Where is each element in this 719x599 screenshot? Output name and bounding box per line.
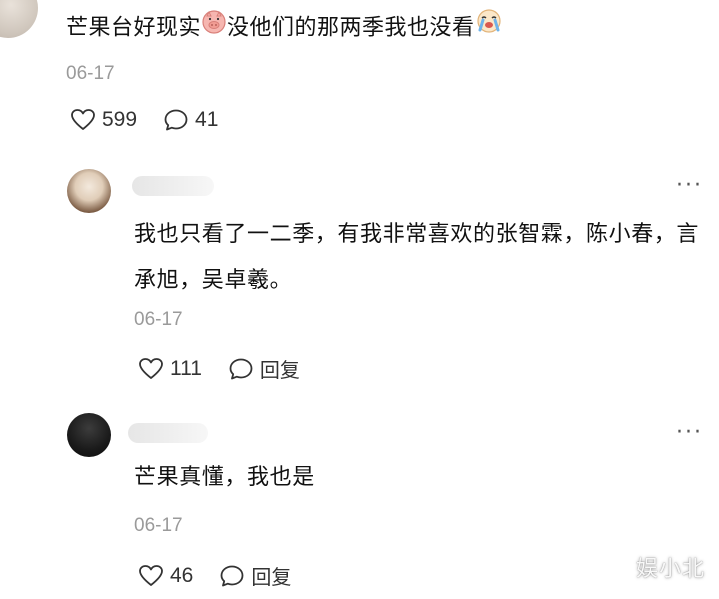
username-blurred[interactable] — [132, 176, 214, 196]
comment-count: 41 — [195, 108, 219, 131]
reply-text: 我也只看了一二季，有我非常喜欢的张智霖，陈小春，言承旭，吴卓羲。 — [134, 222, 700, 293]
comment-thread: 芒果台好现实 没他们的那两季我也没看 06-17 599 41 ··· 我也只看… — [0, 0, 719, 599]
reply-button[interactable]: 回复 — [219, 561, 291, 590]
heart-icon — [139, 357, 163, 379]
like-count: 46 — [170, 563, 194, 587]
comment-text-part1: 芒果台好现实 — [66, 15, 202, 41]
reply-label: 回复 — [251, 565, 292, 589]
comment-text: 芒果台好现实 没他们的那两季我也没看 — [66, 8, 503, 47]
avatar[interactable] — [0, 0, 38, 38]
reply-date: 06-17 — [134, 515, 183, 536]
reply-label: 回复 — [259, 358, 300, 382]
watermark: 娱小北 — [635, 557, 705, 582]
more-options-button[interactable]: ··· — [676, 420, 703, 445]
comment-bubble-icon — [229, 358, 253, 379]
like-count: 111 — [170, 356, 202, 380]
more-options-button[interactable]: ··· — [676, 173, 703, 198]
like-button[interactable]: 111 — [138, 357, 202, 381]
reply-button[interactable]: 回复 — [228, 354, 300, 383]
crying-face-icon — [475, 8, 503, 45]
like-button[interactable]: 46 — [138, 564, 193, 588]
heart-icon — [139, 564, 163, 586]
comment-date: 06-17 — [66, 63, 115, 84]
reply-text: 芒果真懂，我也是 — [134, 465, 315, 490]
reply-date: 06-17 — [134, 309, 183, 330]
comment-text-part2: 没他们的那两季我也没看 — [227, 15, 475, 41]
avatar[interactable] — [67, 413, 111, 457]
like-count: 599 — [102, 108, 138, 131]
reply-actions: 46 回复 — [138, 561, 317, 590]
like-button[interactable]: 599 — [70, 108, 137, 132]
username-blurred[interactable] — [128, 423, 208, 443]
avatar[interactable] — [67, 169, 111, 213]
comment-bubble-icon — [220, 565, 244, 586]
heart-icon — [71, 109, 95, 130]
pig-emoji-icon — [201, 8, 227, 45]
comment-bubble-icon — [164, 109, 188, 131]
comment-actions: 599 41 — [70, 108, 244, 132]
comment-button[interactable]: 41 — [163, 108, 218, 132]
reply-actions: 111 回复 — [138, 354, 326, 383]
